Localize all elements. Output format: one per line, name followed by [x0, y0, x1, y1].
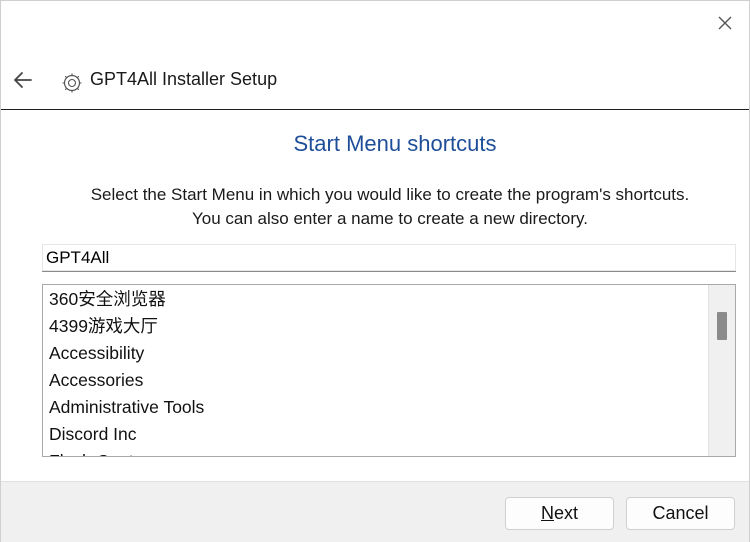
- list-item[interactable]: Administrative Tools: [49, 394, 204, 421]
- cancel-button[interactable]: Cancel: [626, 497, 735, 530]
- description-line-1: Select the Start Menu in which you would…: [90, 185, 690, 204]
- next-label: ext: [553, 503, 578, 523]
- list-item[interactable]: Accessibility: [49, 340, 144, 367]
- page-heading: Start Menu shortcuts: [293, 131, 497, 156]
- installer-window: GPT4All Installer Setup Start Menu short…: [0, 0, 750, 542]
- list-item[interactable]: 4399游戏大厅: [49, 313, 158, 340]
- footer: Next Cancel: [1, 481, 749, 542]
- close-button[interactable]: [715, 13, 735, 33]
- list-item[interactable]: 360安全浏览器: [49, 286, 166, 313]
- gpt4all-logo-icon: [62, 73, 82, 93]
- list-item[interactable]: Discord Inc: [49, 421, 137, 448]
- description-line-2: You can also enter a name to create a ne…: [192, 209, 588, 228]
- next-button[interactable]: Next: [505, 497, 614, 530]
- arrow-left-icon: [14, 72, 32, 88]
- header: GPT4All Installer Setup: [1, 61, 749, 101]
- list-item[interactable]: Flash Center: [49, 448, 149, 456]
- start-menu-folder-list[interactable]: 360安全浏览器 4399游戏大厅 Accessibility Accessor…: [42, 284, 736, 457]
- next-mnemonic: N: [540, 503, 554, 523]
- back-button[interactable]: [11, 68, 35, 92]
- start-menu-folder-input[interactable]: [42, 244, 736, 272]
- close-icon: [718, 16, 732, 30]
- window-title: GPT4All Installer Setup: [90, 69, 278, 89]
- header-divider: [1, 109, 749, 110]
- list-scrollbar[interactable]: [708, 285, 735, 456]
- scroll-thumb[interactable]: [717, 312, 727, 340]
- page-description: Select the Start Menu in which you would…: [1, 183, 750, 231]
- list-item[interactable]: Accessories: [49, 367, 143, 394]
